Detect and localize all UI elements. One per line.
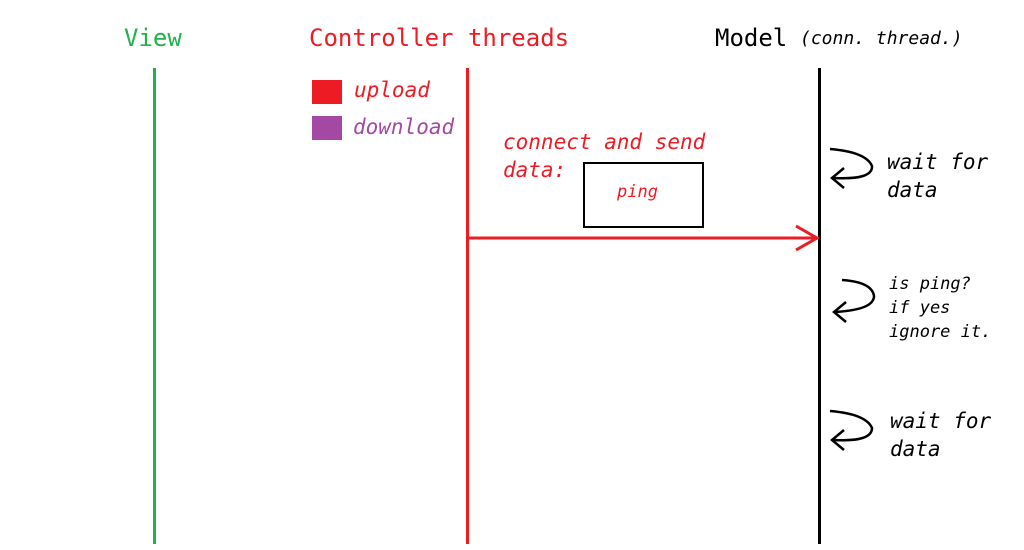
lifeline-model bbox=[818, 68, 821, 544]
arrow-right-icon bbox=[466, 224, 821, 252]
legend-swatch-upload bbox=[312, 80, 342, 104]
model-note-ping-check: is ping? if yes ignore it. bbox=[889, 274, 992, 342]
lane-title-controller: Controller threads bbox=[309, 24, 570, 52]
lane-subtitle-model: (conn. thread.) bbox=[800, 28, 963, 49]
lifeline-controller bbox=[466, 68, 469, 544]
model-note-wait-2: wait for data bbox=[890, 409, 992, 461]
sequence-diagram: View Controller threads Model (conn. thr… bbox=[0, 0, 1024, 550]
message-caption-line2: data: bbox=[503, 158, 567, 182]
curved-return-arrow-icon bbox=[829, 147, 874, 189]
lane-title-model: Model bbox=[715, 24, 788, 52]
curved-return-arrow-icon bbox=[832, 278, 876, 323]
lifeline-view bbox=[153, 68, 156, 544]
payload-label: ping bbox=[617, 182, 658, 202]
model-note-wait-1: wait for data bbox=[887, 150, 989, 202]
legend-label-upload: upload bbox=[354, 78, 430, 102]
message-caption-line1: connect and send bbox=[503, 130, 706, 154]
lane-title-view: View bbox=[124, 24, 182, 52]
legend-swatch-download bbox=[312, 116, 342, 140]
legend-label-download: download bbox=[353, 115, 455, 139]
curved-return-arrow-icon bbox=[829, 409, 874, 451]
